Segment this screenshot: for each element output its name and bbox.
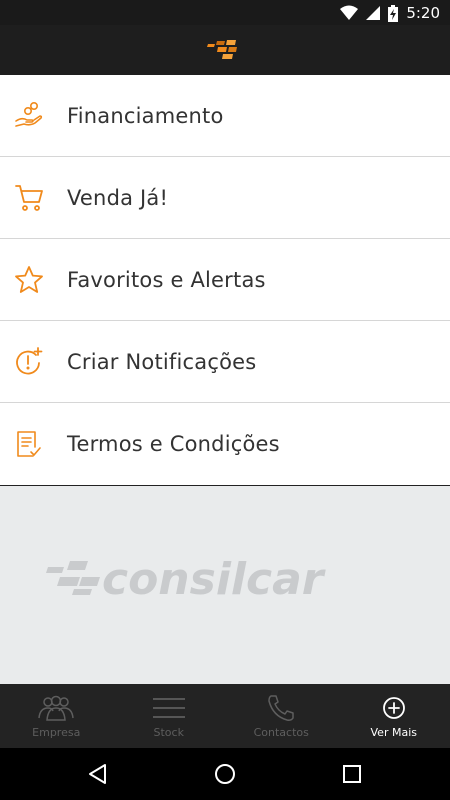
hand-coins-icon <box>15 101 43 127</box>
home-icon[interactable] <box>213 762 237 786</box>
status-icons: 5:20 <box>340 4 440 22</box>
people-icon <box>38 695 74 721</box>
more-menu-list: Financiamento Venda Já! Favoritos e Aler… <box>0 75 450 485</box>
menu-lines-icon <box>152 698 185 718</box>
menu-item-label: Termos e Condições <box>67 432 280 456</box>
back-icon[interactable] <box>86 762 110 786</box>
menu-item-favoritos-alertas[interactable]: Favoritos e Alertas <box>0 239 450 321</box>
menu-item-label: Venda Já! <box>67 185 169 210</box>
app-header <box>0 25 450 75</box>
system-nav-bar <box>0 748 450 800</box>
menu-item-label: Favoritos e Alertas <box>67 267 266 292</box>
status-bar: 5:20 <box>0 0 450 25</box>
tab-label: Stock <box>153 726 184 739</box>
phone-icon <box>268 695 294 721</box>
star-icon <box>15 266 43 293</box>
consilcar-flag-logo <box>207 40 237 59</box>
tab-empresa[interactable]: Empresa <box>0 684 113 748</box>
wifi-icon <box>340 5 359 20</box>
svg-text:consilcar: consilcar <box>102 555 326 599</box>
signal-icon <box>366 6 381 20</box>
tab-label: Ver Mais <box>370 726 417 739</box>
bottom-tab-bar: Empresa Stock Contactos Ver Mais <box>0 684 450 748</box>
tab-contactos[interactable]: Contactos <box>225 684 338 748</box>
menu-item-label: Criar Notificações <box>67 349 257 374</box>
alert-clock-icon <box>16 347 43 375</box>
tab-ver-mais[interactable]: Ver Mais <box>338 684 450 748</box>
tab-label: Empresa <box>32 726 81 739</box>
plus-circle-icon <box>382 697 405 719</box>
tab-stock[interactable]: Stock <box>113 684 226 748</box>
status-time: 5:20 <box>406 4 440 22</box>
consilcar-watermark-logo: consilcar <box>46 555 326 599</box>
document-check-icon <box>17 431 41 457</box>
menu-item-venda-ja[interactable]: Venda Já! <box>0 157 450 239</box>
tab-label: Contactos <box>253 726 309 739</box>
menu-item-financiamento[interactable]: Financiamento <box>0 75 450 157</box>
cart-icon <box>15 185 43 211</box>
menu-item-criar-notificacoes[interactable]: Criar Notificações <box>0 321 450 403</box>
recents-icon[interactable] <box>340 762 364 786</box>
battery-charging-icon <box>388 4 399 22</box>
menu-item-termos-condicoes[interactable]: Termos e Condições <box>0 403 450 485</box>
menu-item-label: Financiamento <box>67 103 224 128</box>
